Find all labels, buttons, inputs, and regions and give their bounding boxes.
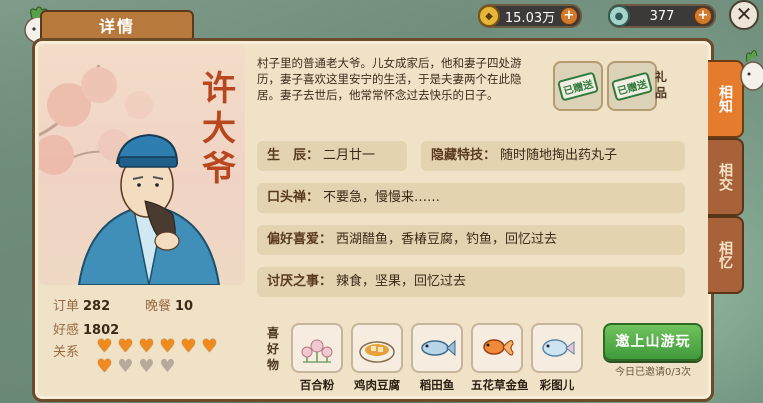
tab-label: 相知: [717, 85, 733, 113]
invite-button[interactable]: 邀上山游玩: [603, 323, 703, 361]
gift-given-stamp: 已赠送: [610, 70, 654, 102]
liked-item[interactable]: 彩图儿: [531, 323, 583, 393]
gift-given-stamp: 已赠送: [556, 70, 600, 102]
orders-label: 订单: [53, 299, 80, 314]
item-name: 百合粉: [299, 378, 335, 392]
paddy-fish-icon: [411, 323, 463, 373]
portrait-area: 许大爷: [39, 45, 245, 285]
gift-slot[interactable]: 已赠送: [553, 61, 603, 111]
gift-label: 礼品: [655, 70, 668, 100]
dinner-value: 10: [175, 299, 194, 314]
skill-value: 随时随地掏出药丸子: [500, 148, 618, 163]
add-jade-button[interactable]: +: [694, 7, 712, 25]
tab-xiangjiao[interactable]: 相交: [708, 138, 744, 216]
chicken-tofu-dish-icon: [351, 323, 403, 373]
hobby-row: 偏好喜爱： 西湖醋鱼，香椿豆腐，钓鱼，回忆过去: [257, 225, 685, 255]
heart-empty-icon: ♥: [138, 356, 155, 377]
dinner-stat: 晚餐 10: [145, 295, 193, 314]
skill-label: 隐藏特技：: [431, 148, 497, 163]
heart-filled-icon: ♥: [138, 336, 155, 357]
skill-row: 隐藏特技： 随时随地掏出药丸子: [421, 141, 685, 171]
heart-filled-icon: ♥: [96, 336, 113, 357]
heart-filled-icon: ♥: [117, 336, 134, 357]
dinner-label: 晚餐: [145, 299, 172, 314]
character-name: 许大爷: [202, 69, 236, 189]
jade-value: 377: [649, 8, 675, 24]
close-button[interactable]: ✕: [729, 0, 759, 30]
add-gold-button[interactable]: +: [560, 7, 578, 25]
tab-label: 相忆: [717, 241, 733, 269]
dislike-label: 讨厌之事：: [267, 274, 333, 289]
detail-panel: 许大爷 订单 282 晚餐 10 好感 1802 关系 ♥ ♥ ♥ ♥ ♥ ♥♥ ♥ ♥ ♥ 村子里的…: [32, 38, 714, 402]
item-name: 彩图儿: [539, 378, 575, 392]
relation-stat: 关系: [53, 341, 79, 360]
lily-flower-icon: [291, 323, 343, 373]
liked-item[interactable]: 五花草金鱼: [471, 323, 529, 393]
gold-currency: ◆ 15.03万 +: [478, 4, 582, 28]
tab-xiangyi[interactable]: 相忆: [708, 216, 744, 294]
catchphrase-value: 不要急，慢慢来……: [323, 190, 441, 205]
catchphrase-row: 口头禅： 不要急，慢慢来……: [257, 183, 685, 213]
tab-label: 相交: [717, 163, 733, 191]
dislike-value: 辣食，坚果，回忆过去: [336, 274, 467, 289]
gift-slot[interactable]: 已赠送: [607, 61, 657, 111]
orders-value: 282: [83, 299, 111, 314]
heart-filled-icon: ♥: [159, 336, 176, 357]
relation-hearts: ♥ ♥ ♥ ♥ ♥ ♥♥ ♥ ♥ ♥: [95, 337, 225, 377]
liked-item[interactable]: 百合粉: [291, 323, 343, 393]
character-description: 村子里的普通老大爷。儿女成家后，他和妻子四处游历，妻子喜欢这里安宁的生活，于是夫…: [257, 56, 522, 102]
heart-filled-icon: ♥: [201, 336, 218, 357]
heart-filled-icon: ♥: [96, 356, 113, 377]
liked-item[interactable]: 鸡肉豆腐: [351, 323, 403, 393]
affection-label: 好感: [53, 323, 80, 338]
colorful-fish-icon: [531, 323, 583, 373]
heart-empty-icon: ♥: [117, 356, 134, 377]
heart-empty-icon: ♥: [159, 356, 176, 377]
goldfish-icon: [471, 323, 523, 373]
liked-item[interactable]: 稻田鱼: [411, 323, 463, 393]
hobby-label: 偏好喜爱：: [267, 232, 333, 247]
birthday-row: 生 辰： 二月廿一: [257, 141, 407, 171]
item-name: 鸡肉豆腐: [354, 378, 400, 392]
hobby-value: 西湖醋鱼，香椿豆腐，钓鱼，回忆过去: [336, 232, 558, 247]
birthday-label: 生 辰：: [267, 148, 320, 163]
orders-stat: 订单 282: [53, 295, 110, 314]
jade-icon: ●: [608, 5, 630, 27]
dislike-row: 讨厌之事： 辣食，坚果，回忆过去: [257, 267, 685, 297]
liked-items-label: 喜好物: [267, 326, 280, 372]
item-name: 稻田鱼: [419, 378, 455, 392]
mascot-icon: [740, 50, 763, 91]
coin-icon: ◆: [478, 5, 500, 27]
catchphrase-label: 口头禅：: [267, 190, 320, 205]
gold-value: 15.03万: [504, 10, 556, 26]
heart-filled-icon: ♥: [180, 336, 197, 357]
jade-currency: ● 377 +: [608, 4, 716, 28]
relation-label: 关系: [53, 345, 80, 360]
item-name: 五花草金鱼: [471, 378, 529, 392]
birthday-value: 二月廿一: [323, 148, 376, 163]
invite-count-note: 今日已邀请0/3次: [614, 367, 692, 378]
